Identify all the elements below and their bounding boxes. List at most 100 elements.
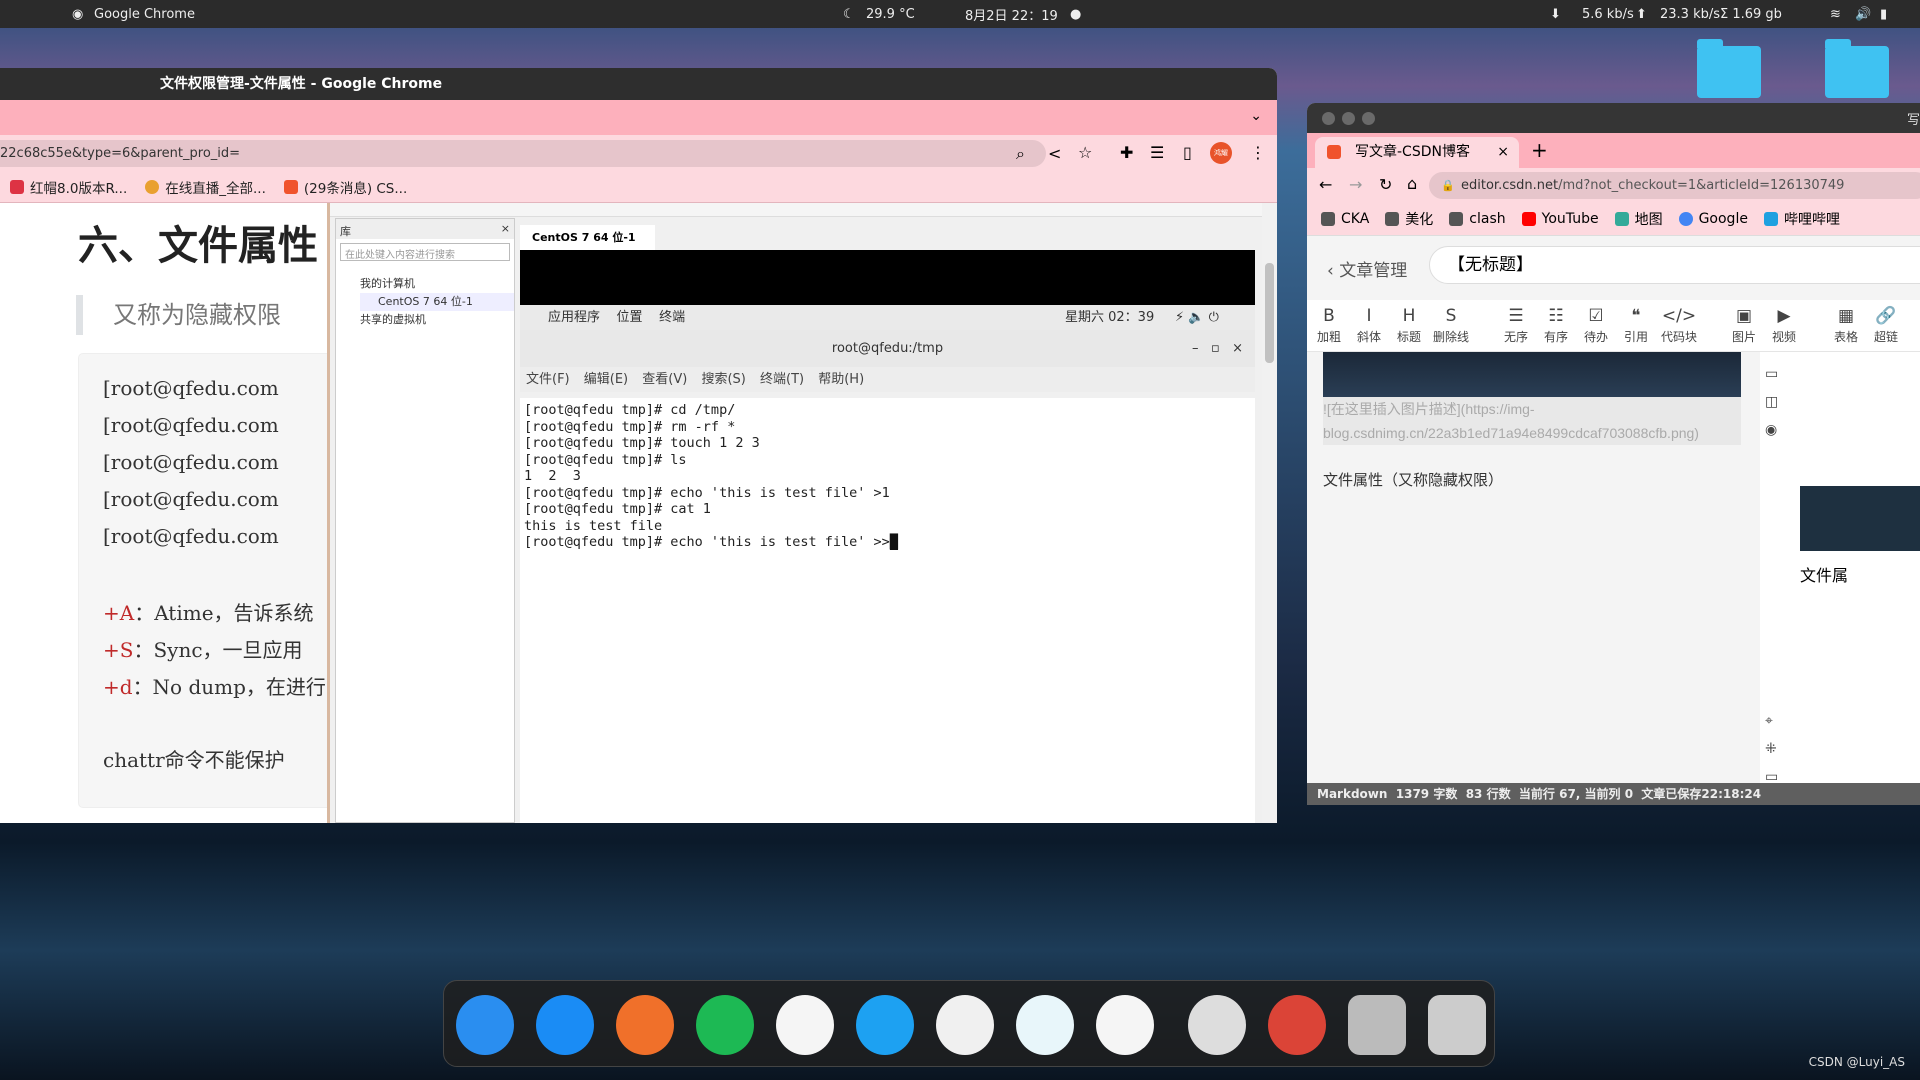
- menu-icon[interactable]: ⋮: [1250, 143, 1266, 162]
- tree-item[interactable]: 我的计算机: [360, 275, 514, 293]
- sync-icons[interactable]: ⌖ ⁜ ▭: [1765, 707, 1778, 791]
- places-menu[interactable]: 位置: [617, 310, 643, 325]
- window-controls[interactable]: – ▫ ×: [1192, 330, 1243, 367]
- reload-icon[interactable]: ↻: [1379, 175, 1392, 194]
- bookmark[interactable]: clash: [1449, 211, 1506, 227]
- close-button[interactable]: [1322, 112, 1335, 125]
- active-app[interactable]: Google Chrome: [94, 7, 195, 22]
- menu-file[interactable]: 文件(F): [526, 372, 570, 387]
- power-icon[interactable]: ⚡ 🔈 ⏻: [1175, 305, 1219, 330]
- memory: Σ 1.69 gb: [1720, 6, 1782, 22]
- inserted-image: [1323, 352, 1741, 397]
- zoom-icon[interactable]: ⌕: [1016, 144, 1025, 164]
- terminal-output[interactable]: [root@qfedu tmp]# cd /tmp/[root@qfedu tm…: [520, 398, 1255, 823]
- close-icon[interactable]: ×: [501, 222, 510, 235]
- toolbar-button-9[interactable]: ▣ 图片: [1724, 306, 1764, 345]
- toolbar-button-1[interactable]: I 斜体: [1349, 306, 1389, 345]
- bookmark[interactable]: 红帽8.0版本R...: [10, 177, 127, 197]
- share-icon[interactable]: <: [1048, 144, 1061, 163]
- firefox-icon[interactable]: [616, 995, 674, 1055]
- toolbar-button-4[interactable]: ☰ 无序: [1496, 306, 1536, 345]
- address-bar[interactable]: 🔒 editor.csdn.net/md?not_checkout=1&artic…: [1429, 172, 1920, 199]
- reading-list-icon[interactable]: ☰: [1150, 143, 1164, 162]
- profile-avatar[interactable]: 鸿耀: [1210, 142, 1232, 164]
- bilibili-icon: [1763, 212, 1778, 226]
- tree-item[interactable]: CentOS 7 64 位-1: [360, 293, 514, 311]
- back-icon[interactable]: ←: [1319, 175, 1332, 194]
- toolbar-label: 有序: [1543, 330, 1568, 344]
- minimize-button[interactable]: [1342, 112, 1355, 125]
- image-markdown[interactable]: ![在这里插入图片描述](https://img-blog.csdnimg.cn…: [1323, 397, 1741, 445]
- toolbar-button-0[interactable]: B 加粗: [1309, 306, 1349, 345]
- forward-icon[interactable]: →: [1349, 175, 1362, 194]
- finder-icon[interactable]: [456, 995, 514, 1055]
- battery-icon[interactable]: ▮: [1880, 7, 1887, 22]
- dock: [443, 980, 1495, 1067]
- tab-csdn[interactable]: 写文章-CSDN博客 ×: [1315, 137, 1519, 168]
- launchpad-icon[interactable]: [1428, 995, 1486, 1055]
- view-icons[interactable]: ▭ ◫ ◉: [1765, 360, 1778, 444]
- bookmark[interactable]: (29条消息) CS...: [283, 177, 407, 197]
- tab-search-icon[interactable]: ⌄: [1250, 108, 1262, 124]
- baidu-netdisk-icon[interactable]: [776, 995, 834, 1055]
- remote-desktop-icon[interactable]: [856, 995, 914, 1055]
- spotify-icon[interactable]: [696, 995, 754, 1055]
- vm-tab[interactable]: CentOS 7 64 位-1: [520, 225, 655, 250]
- applications-menu[interactable]: 应用程序: [548, 310, 600, 325]
- bookmark[interactable]: CKA: [1321, 211, 1369, 227]
- toolbar-button-7[interactable]: ❝ 引用: [1616, 306, 1656, 345]
- bookmark[interactable]: 哔哩哔哩: [1763, 209, 1840, 229]
- menu-help[interactable]: 帮助(H): [818, 372, 864, 387]
- toolbar-button-6[interactable]: ☑ 待办: [1576, 306, 1616, 345]
- title-input[interactable]: 【无标题】: [1429, 246, 1920, 284]
- toolbar-label: 超链: [1873, 330, 1898, 344]
- disk-utility-icon[interactable]: [1348, 995, 1406, 1055]
- scrollbar[interactable]: [1262, 203, 1277, 823]
- terminal-menu[interactable]: 终端: [659, 310, 685, 325]
- toolbar-icon: ▦: [1837, 306, 1855, 326]
- article-manage-link[interactable]: ‹ 文章管理: [1327, 256, 1407, 281]
- maximize-button[interactable]: [1362, 112, 1375, 125]
- desktop-folder-icon[interactable]: [1825, 39, 1889, 98]
- trash-icon[interactable]: [1188, 995, 1246, 1055]
- extensions-icon[interactable]: ✚: [1120, 143, 1133, 162]
- toolbar-button-10[interactable]: ▶ 视频: [1764, 306, 1804, 345]
- toolbar-button-5[interactable]: ☷ 有序: [1536, 306, 1576, 345]
- editor-text[interactable]: 文件属性（又称隐藏权限）: [1323, 469, 1503, 490]
- library-search[interactable]: 在此处键入内容进行搜索: [340, 243, 510, 261]
- star-icon[interactable]: ☆: [1078, 143, 1092, 162]
- bookmark[interactable]: YouTube: [1521, 211, 1599, 227]
- toolbar-button-12[interactable]: 🔗 超链: [1866, 306, 1906, 345]
- tab-close-icon[interactable]: ×: [1497, 137, 1509, 168]
- new-tab-button[interactable]: +: [1531, 138, 1548, 162]
- clock[interactable]: 8月2日 22：19: [965, 5, 1058, 24]
- wifi-icon[interactable]: ≋: [1830, 7, 1841, 22]
- toolbar-button-3[interactable]: S 删除线: [1431, 306, 1471, 345]
- teamviewer-icon[interactable]: [1016, 995, 1074, 1055]
- menu-terminal[interactable]: 终端(T): [760, 372, 804, 387]
- photos-icon[interactable]: [936, 995, 994, 1055]
- download-icon: ⬇: [1550, 6, 1561, 22]
- menu-view[interactable]: 查看(V): [642, 372, 687, 387]
- menu-search[interactable]: 搜索(S): [701, 372, 745, 387]
- toolbar: ← → ↻ ⌂ 🔒 editor.csdn.net/md?not_checkout…: [1307, 168, 1920, 203]
- home-icon[interactable]: ⌂: [1407, 174, 1417, 193]
- tree-item[interactable]: 共享的虚拟机: [360, 311, 514, 329]
- app-store-icon[interactable]: [536, 995, 594, 1055]
- bookmark[interactable]: Google: [1678, 211, 1748, 227]
- menu-edit[interactable]: 编辑(E): [584, 372, 628, 387]
- volume-icon[interactable]: 🔊: [1855, 7, 1871, 22]
- csdn-icon: [283, 180, 298, 194]
- toolbar-button-11[interactable]: ▦ 表格: [1826, 306, 1866, 345]
- bookmark[interactable]: 美化: [1385, 209, 1433, 229]
- bookmark[interactable]: 地图: [1614, 209, 1663, 229]
- bookmark[interactable]: 在线直播_全部...: [145, 177, 266, 197]
- desktop-folder-icon[interactable]: [1697, 39, 1761, 98]
- temperature: 29.9 °C: [866, 6, 915, 22]
- toolbar-button-2[interactable]: H 标题: [1389, 306, 1429, 345]
- chrome-icon[interactable]: [1268, 995, 1326, 1055]
- side-panel-icon[interactable]: ▯: [1183, 143, 1192, 162]
- address-bar[interactable]: 22c68c55e&type=6&parent_pro_id=: [0, 140, 1046, 167]
- todo-icon[interactable]: [1096, 995, 1154, 1055]
- toolbar-button-8[interactable]: </> 代码块: [1659, 306, 1699, 345]
